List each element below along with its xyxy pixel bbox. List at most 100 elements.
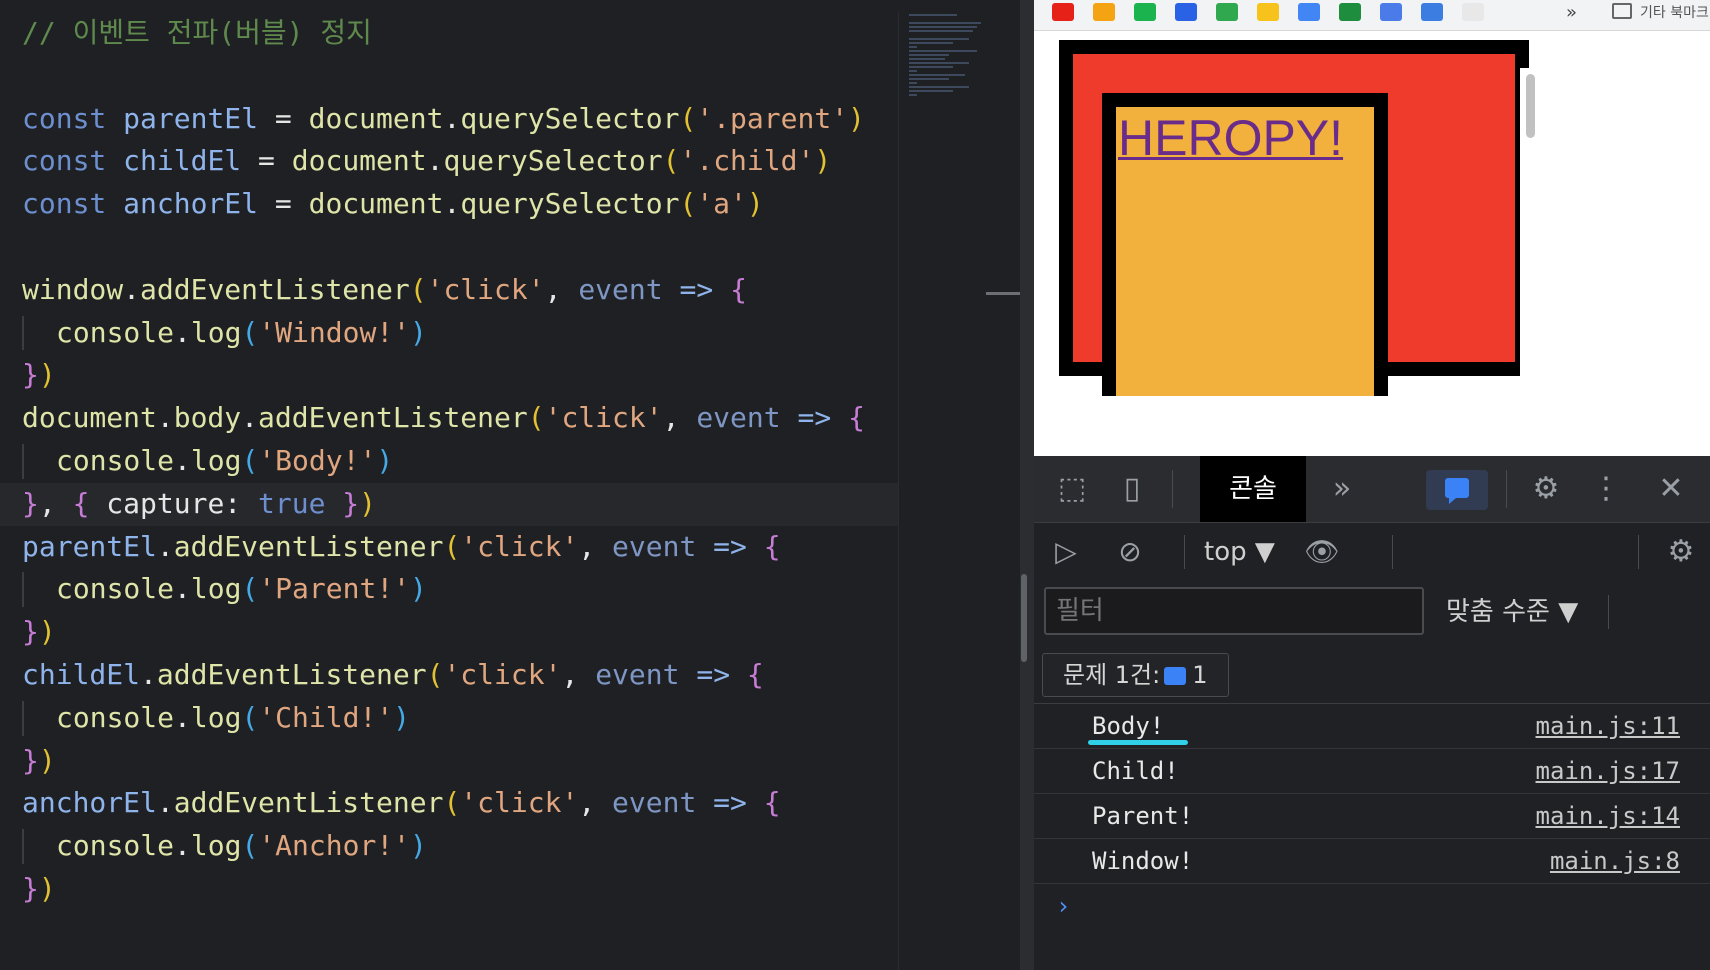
code-line[interactable]: }) (22, 740, 922, 783)
code-line[interactable]: const parentEl = document.querySelector(… (22, 98, 922, 141)
code-token: ) (410, 829, 427, 863)
log-source-link[interactable]: main.js:8 (1550, 839, 1680, 883)
code-line[interactable]: anchorEl.addEventListener('click', event… (22, 782, 922, 825)
log-message: Parent! (1092, 802, 1194, 830)
code-line[interactable]: // 이벤트 전파(버블) 정지 (22, 12, 922, 55)
code-line[interactable]: }, { capture: true }) (0, 482, 922, 526)
google-icon[interactable] (1298, 3, 1320, 21)
code-token: capture: (89, 486, 259, 520)
code-token: anchorEl (22, 786, 157, 820)
log-level-select[interactable]: 맞춤 수준 ▼ (1446, 581, 1578, 643)
code-line[interactable]: childEl.addEventListener('click', event … (22, 654, 922, 697)
more-tabs-button[interactable]: » (1322, 456, 1362, 522)
code-token: , (561, 657, 596, 691)
context-selector[interactable]: top ▼ (1204, 523, 1275, 581)
scrollbar-thumb[interactable] (1526, 74, 1535, 138)
issues-button[interactable]: 문제 1건: 1 (1042, 653, 1229, 697)
code-token: childEl (22, 657, 141, 691)
code-line[interactable]: document.body.addEventListener('click', … (22, 397, 922, 440)
sheets-icon[interactable] (1339, 3, 1361, 21)
parent-scrollbar[interactable] (1520, 68, 1542, 386)
code-token: event (578, 272, 663, 306)
code-token: = (241, 144, 292, 178)
close-icon[interactable]: ✕ (1646, 456, 1696, 522)
code-line[interactable]: console.log('Child!') (22, 697, 922, 740)
code-line[interactable]: }) (22, 354, 922, 397)
console-log: Body! main.js:11 Child! main.js:17 Parent! ma… (1034, 704, 1710, 928)
code-line[interactable]: }) (22, 868, 922, 911)
minimap-line (909, 54, 949, 56)
code-token: 'click' (426, 272, 545, 306)
code-line[interactable]: }) (22, 611, 922, 654)
code-token: log (190, 443, 242, 477)
log-source-link[interactable]: main.js:14 (1536, 794, 1681, 838)
code-line[interactable]: const anchorEl = document.querySelector(… (22, 183, 922, 226)
settings-gear-icon[interactable]: ⚙ (1518, 456, 1574, 522)
more-bookmarks-button[interactable]: » (1566, 2, 1577, 23)
keep-icon[interactable] (1257, 3, 1279, 21)
code-token: // 이벤트 전파(버블) 정지 (22, 16, 372, 49)
code-token: document (308, 187, 444, 221)
code-token: { (72, 486, 90, 520)
filter-input[interactable] (1044, 587, 1424, 635)
code-token: ) (38, 743, 56, 777)
minimap[interactable] (898, 12, 1020, 970)
code-token: parentEl (123, 101, 259, 135)
inspect-element-icon[interactable]: ⬚ (1050, 456, 1094, 522)
code-token: => (679, 657, 747, 691)
child-box[interactable]: HEROPY! (1102, 93, 1388, 396)
code-line[interactable]: console.log('Window!') (22, 312, 922, 355)
dropbox-icon[interactable] (1175, 3, 1197, 21)
youtube-icon[interactable] (1052, 3, 1074, 21)
code-token: . (174, 315, 191, 349)
code-token: console (56, 315, 175, 349)
notes-icon[interactable] (1462, 3, 1484, 21)
minimap-line (909, 62, 969, 64)
editor-scrollbar[interactable] (986, 292, 1020, 295)
code-token: ( (426, 657, 444, 691)
panel-resizer[interactable] (1021, 574, 1027, 662)
bookmark-d-icon[interactable] (1093, 3, 1115, 21)
code-line[interactable]: console.log('Anchor!') (22, 825, 922, 868)
docs-icon[interactable] (1380, 3, 1402, 21)
code-line[interactable]: window.addEventListener('click', event =… (22, 269, 922, 312)
code-token: const (22, 101, 124, 135)
code-line[interactable] (22, 226, 922, 269)
code-token: ) (410, 572, 427, 606)
minimap-line (909, 94, 917, 96)
code-line[interactable] (22, 55, 922, 98)
log-source-link[interactable]: main.js:11 (1536, 704, 1681, 748)
console-log-row: Body! main.js:11 (1034, 704, 1710, 749)
code-line[interactable]: const childEl = document.querySelector('… (22, 140, 922, 183)
code-token: document (22, 401, 157, 435)
code-line[interactable]: console.log('Parent!') (22, 568, 922, 611)
tab-console[interactable]: 콘솔 (1200, 456, 1306, 522)
parent-box[interactable]: HEROPY! (1059, 40, 1542, 396)
clear-console-icon[interactable]: ⊘ (1108, 523, 1152, 581)
message-icon (1445, 478, 1469, 504)
code-line[interactable]: parentEl.addEventListener('click', event… (22, 526, 922, 569)
eye-icon[interactable]: 👁 (1296, 523, 1348, 581)
code-token: ) (38, 358, 56, 392)
devtools-panel: ⬚ ▯ 콘솔 » ⚙ ⋮ ✕ ▷ ⊘ top ▼ 👁 ⚙ 맞춤 수준 ▼ 문제 … (1034, 456, 1710, 970)
device-toolbar-icon[interactable]: ▯ (1110, 456, 1154, 522)
code-token: 'a' (696, 187, 747, 221)
log-message: Child! (1092, 757, 1179, 785)
console-settings-icon[interactable]: ⚙ (1656, 523, 1706, 581)
messages-button[interactable] (1426, 470, 1488, 510)
drive-icon[interactable] (1216, 3, 1238, 21)
console-prompt-row[interactable]: › (1034, 884, 1710, 928)
other-bookmarks-button[interactable]: 기타 북마크 (1640, 2, 1709, 22)
code-editor[interactable]: // 이벤트 전파(버블) 정지 const parentEl = documen… (0, 0, 1020, 970)
code-line[interactable]: console.log('Body!') (22, 440, 922, 483)
code-token: . (241, 401, 259, 435)
code-area[interactable]: // 이벤트 전파(버블) 정지 const parentEl = documen… (0, 12, 922, 911)
sidebar-toggle-icon[interactable]: ▷ (1044, 523, 1088, 581)
log-source-link[interactable]: main.js:17 (1536, 749, 1681, 793)
heropy-link[interactable]: HEROPY! (1118, 109, 1343, 167)
kebab-menu-icon[interactable]: ⋮ (1586, 456, 1626, 522)
code-token: 'click' (460, 786, 579, 820)
console-log-row: Parent! main.js:14 (1034, 794, 1710, 839)
calendar-icon[interactable] (1421, 3, 1443, 21)
bookmark-n-icon[interactable] (1134, 3, 1156, 21)
